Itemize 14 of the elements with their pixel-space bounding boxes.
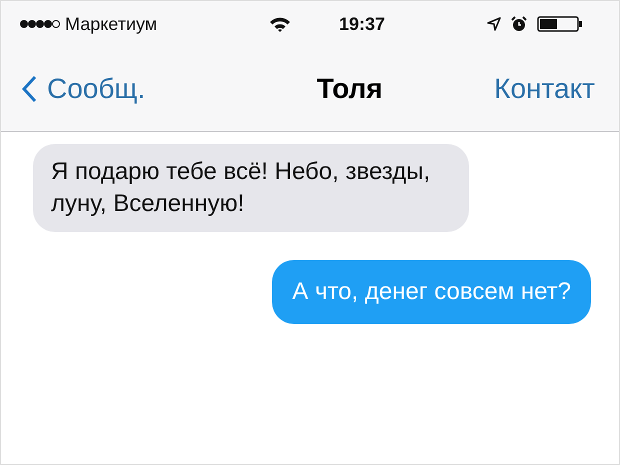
chevron-left-icon — [21, 75, 37, 103]
signal-icon — [19, 19, 61, 29]
contact-name: Толя — [316, 73, 383, 105]
back-label: Сообщ. — [47, 73, 146, 105]
clock-time: 19:37 — [339, 14, 386, 34]
alarm-clock-icon — [511, 16, 527, 32]
outgoing-message-bubble: А что, денег совсем нет? — [272, 260, 591, 324]
carrier-name: Маркетиум — [65, 14, 158, 34]
wifi-icon — [269, 16, 291, 32]
battery-icon — [537, 16, 583, 32]
incoming-message-bubble: Я подарю тебе всё! Небо, звезды, луну, Вселенную! — [33, 144, 469, 232]
contact-button[interactable]: Контакт — [494, 73, 595, 105]
back-button[interactable]: Сообщ. — [21, 73, 146, 105]
location-arrow-icon — [487, 17, 501, 31]
